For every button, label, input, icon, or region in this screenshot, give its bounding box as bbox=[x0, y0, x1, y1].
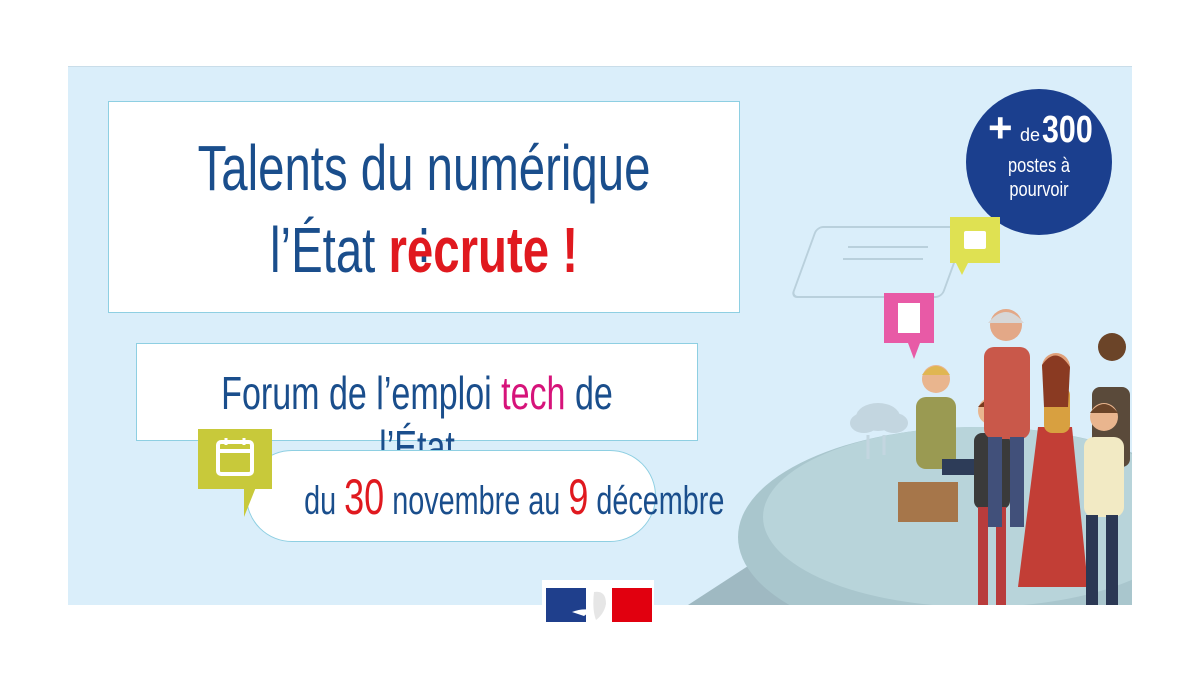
forum-prefix: Forum de l’emploi bbox=[221, 367, 502, 419]
marianne-logo bbox=[542, 580, 654, 628]
title-line-2: l’État recrute ! bbox=[191, 214, 657, 286]
calendar-icon bbox=[216, 438, 254, 476]
briefcase-icon bbox=[950, 217, 1000, 275]
people-illustration bbox=[688, 217, 1132, 605]
forum-accent: tech bbox=[501, 367, 566, 419]
title-line-2-prefix: l’État bbox=[270, 214, 389, 286]
calendar-bubble-tail bbox=[244, 487, 260, 517]
date-middle: novembre au bbox=[384, 479, 569, 523]
forum-box: Forum de l’emploi tech de l’État bbox=[136, 343, 698, 473]
badge-de: de bbox=[1020, 125, 1041, 145]
date-prefix: du bbox=[304, 479, 345, 523]
calendar-bubble bbox=[198, 429, 272, 489]
badge-plus: + bbox=[988, 104, 1013, 151]
date-start-day: 30 bbox=[344, 469, 385, 525]
resume-icon bbox=[884, 293, 934, 359]
date-pill: du 30 novembre au 9 décembre bbox=[246, 450, 724, 542]
badge-line-1: postes à bbox=[1007, 155, 1070, 177]
title-accent: recrute ! bbox=[388, 214, 578, 286]
badge-number: 300 bbox=[1042, 109, 1093, 151]
date-text: du 30 novembre au 9 décembre bbox=[304, 469, 724, 529]
banner: Talents du numérique : l’État recrute ! … bbox=[68, 66, 1132, 605]
title-box: Talents du numérique : l’État recrute ! bbox=[108, 101, 740, 313]
date-end-day: 9 bbox=[568, 469, 589, 525]
